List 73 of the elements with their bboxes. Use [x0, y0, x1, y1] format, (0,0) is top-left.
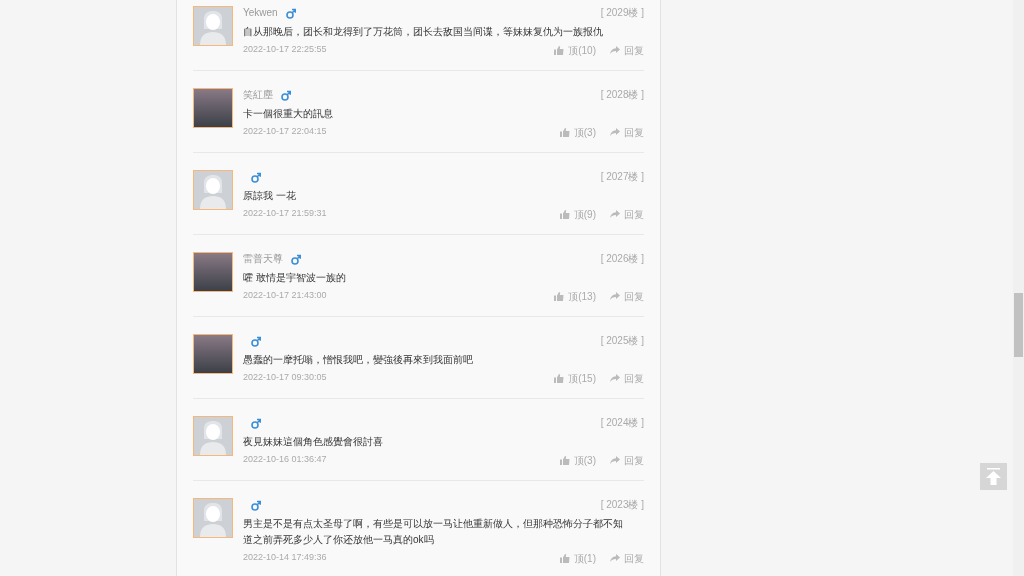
floor-number: [ 2029楼 ]	[600, 6, 644, 20]
reply-button[interactable]: 回复	[610, 288, 644, 304]
share-arrow-icon	[610, 554, 620, 562]
default-avatar-icon	[194, 7, 232, 45]
timestamp: 2022-10-17 22:04:15	[243, 125, 327, 139]
male-icon	[281, 89, 291, 101]
avatar[interactable]	[193, 170, 233, 210]
comment-text: 男主是不是有点太圣母了啊，有些是可以放一马让他重新做人，但那种恐怖分子都不知道之前弄死多少人了你还放他一马真的ok吗	[243, 517, 624, 547]
timestamp: 2022-10-17 21:43:00	[243, 289, 327, 303]
reply-button[interactable]: 回复	[610, 206, 644, 222]
thumbs-up-icon	[554, 291, 565, 301]
reply-button[interactable]: 回复	[610, 452, 644, 468]
like-button[interactable]: 顶(13)	[554, 288, 596, 304]
comment-text: 嚯 敢情是宇智波一族的	[243, 271, 347, 285]
like-button[interactable]: 顶(3)	[559, 452, 596, 468]
thumbs-up-icon	[559, 455, 570, 465]
share-arrow-icon	[610, 374, 620, 382]
share-arrow-icon	[610, 292, 620, 300]
floor-number: [ 2024楼 ]	[600, 416, 644, 430]
male-icon	[285, 7, 296, 19]
avatar-photo-placeholder[interactable]	[193, 88, 233, 128]
default-avatar-icon	[194, 499, 232, 537]
male-icon	[251, 417, 261, 429]
thumbs-up-icon	[559, 127, 570, 137]
floor-number: [ 2028楼 ]	[600, 88, 644, 102]
floor-number: [ 2023楼 ]	[600, 498, 644, 512]
comment-text: 愚蠢的一摩托嗡，憎恨我吧，變強後再來到我面前吧	[243, 353, 474, 367]
avatar-photo-placeholder[interactable]	[193, 334, 233, 374]
timestamp: 2022-10-17 22:25:55	[243, 43, 327, 57]
share-arrow-icon	[610, 210, 620, 218]
share-arrow-icon	[610, 46, 620, 54]
timestamp: 2022-10-17 21:59:31	[243, 207, 327, 221]
male-icon	[291, 253, 301, 265]
comment-text: 自从那晚后，团长和龙得到了万花筒，团长去敌国当间谍，等妹妹复仇为一族报仇	[243, 25, 604, 39]
floor-number: [ 2027楼 ]	[600, 170, 644, 184]
reply-button[interactable]: 回复	[610, 124, 644, 140]
avatar[interactable]	[193, 416, 233, 456]
male-icon	[251, 335, 261, 347]
comment-text: 夜見妹妹這個角色感覺會很討喜	[243, 435, 384, 449]
like-button[interactable]: 顶(10)	[554, 42, 596, 58]
like-button[interactable]: 顶(3)	[559, 124, 596, 140]
avatar-photo-placeholder[interactable]	[193, 252, 233, 292]
reply-button[interactable]: 回复	[610, 370, 644, 386]
back-to-top-button[interactable]	[980, 463, 1007, 490]
default-avatar-icon	[194, 171, 232, 209]
like-button[interactable]: 顶(1)	[559, 550, 596, 566]
like-button[interactable]: 顶(15)	[554, 370, 596, 386]
share-arrow-icon	[610, 456, 620, 464]
avatar[interactable]	[193, 498, 233, 538]
scrollbar-thumb[interactable]	[1014, 293, 1023, 357]
floor-number: [ 2026楼 ]	[600, 252, 644, 266]
thumbs-up-icon	[559, 209, 570, 219]
username[interactable]: 雷普天尊	[243, 252, 283, 266]
thumbs-up-icon	[554, 373, 565, 383]
male-icon	[251, 171, 261, 183]
comment-text: 卡一個很重大的訊息	[243, 107, 334, 121]
like-button[interactable]: 顶(9)	[559, 206, 596, 222]
arrow-up-icon	[985, 467, 1002, 486]
timestamp: 2022-10-16 01:36:47	[243, 453, 327, 467]
timestamp: 2022-10-17 09:30:05	[243, 371, 327, 385]
username[interactable]: 笑紅塵	[243, 88, 273, 102]
floor-number: [ 2025楼 ]	[600, 334, 644, 348]
reply-button[interactable]: 回复	[610, 550, 644, 566]
reply-button[interactable]: 回复	[610, 42, 644, 58]
thumbs-up-icon	[554, 45, 565, 55]
timestamp: 2022-10-14 17:49:36	[243, 551, 327, 565]
avatar[interactable]	[193, 6, 233, 46]
male-icon	[251, 499, 261, 511]
share-arrow-icon	[610, 128, 620, 136]
default-avatar-icon	[194, 417, 232, 455]
comment-text: 原諒我 一花	[243, 189, 297, 203]
thumbs-up-icon	[559, 553, 570, 563]
username[interactable]: Yekwen	[243, 6, 278, 20]
